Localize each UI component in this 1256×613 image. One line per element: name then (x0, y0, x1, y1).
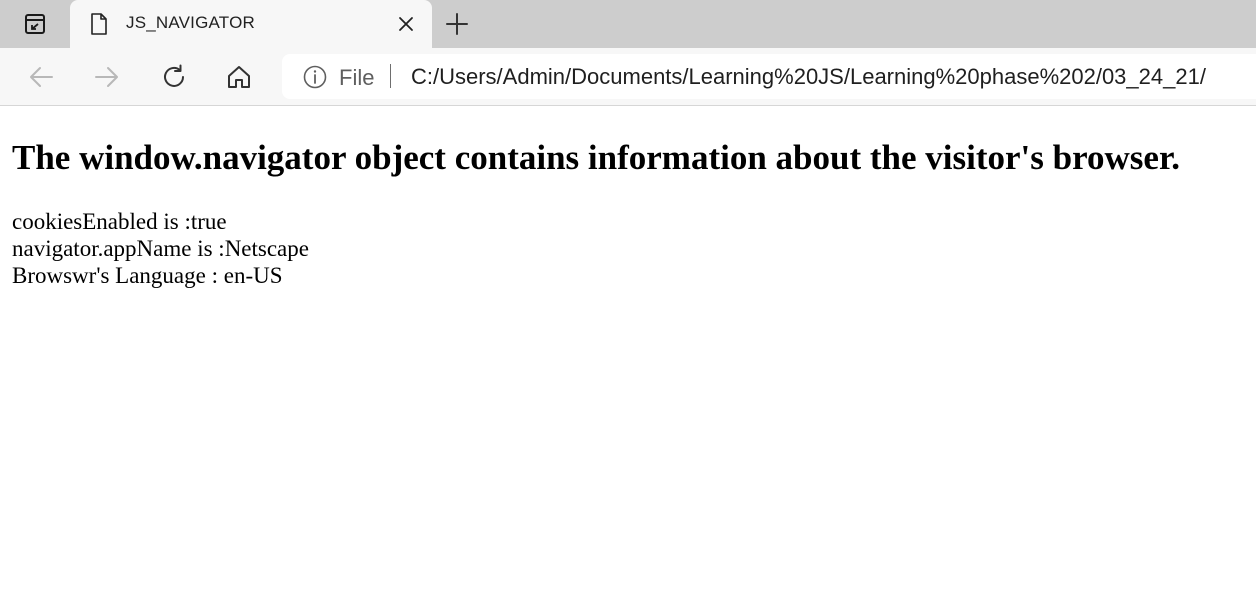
page-heading: The window.navigator object contains inf… (12, 138, 1181, 177)
page-content: The window.navigator object contains inf… (0, 107, 1256, 613)
tab-actions-button[interactable] (0, 0, 70, 48)
tab-strip: JS_NAVIGATOR (0, 0, 1256, 48)
back-arrow-icon (30, 67, 53, 87)
refresh-button[interactable] (157, 60, 191, 94)
forward-button[interactable] (90, 60, 124, 94)
tab-title: JS_NAVIGATOR (126, 13, 255, 32)
scheme-label: File (339, 65, 375, 90)
refresh-icon (164, 64, 184, 87)
url-text[interactable]: C:/Users/Admin/Documents/Learning%20JS/L… (411, 64, 1206, 90)
language-line: Browswr's Language : en-US (12, 263, 283, 288)
tab-js-navigator[interactable]: JS_NAVIGATOR (70, 0, 432, 48)
page-icon (91, 13, 107, 35)
close-tab-button[interactable] (395, 13, 417, 35)
close-icon (399, 17, 413, 31)
home-icon (228, 66, 250, 88)
app-name-line: navigator.appName is :Netscape (12, 236, 309, 261)
home-button[interactable] (222, 60, 256, 94)
url-separator (390, 64, 391, 88)
navigator-info: cookiesEnabled is :true navigator.appNam… (12, 208, 309, 289)
browser-toolbar: File C:/Users/Admin/Documents/Learning%2… (0, 48, 1256, 106)
address-bar[interactable]: File C:/Users/Admin/Documents/Learning%2… (282, 54, 1256, 99)
new-tab-button[interactable] (442, 9, 472, 39)
back-button[interactable] (24, 60, 58, 94)
plus-icon (446, 13, 468, 35)
cookies-enabled-line: cookiesEnabled is :true (12, 209, 227, 234)
tab-actions-icon (25, 14, 45, 34)
info-icon[interactable] (302, 64, 328, 90)
forward-arrow-icon (95, 67, 118, 87)
